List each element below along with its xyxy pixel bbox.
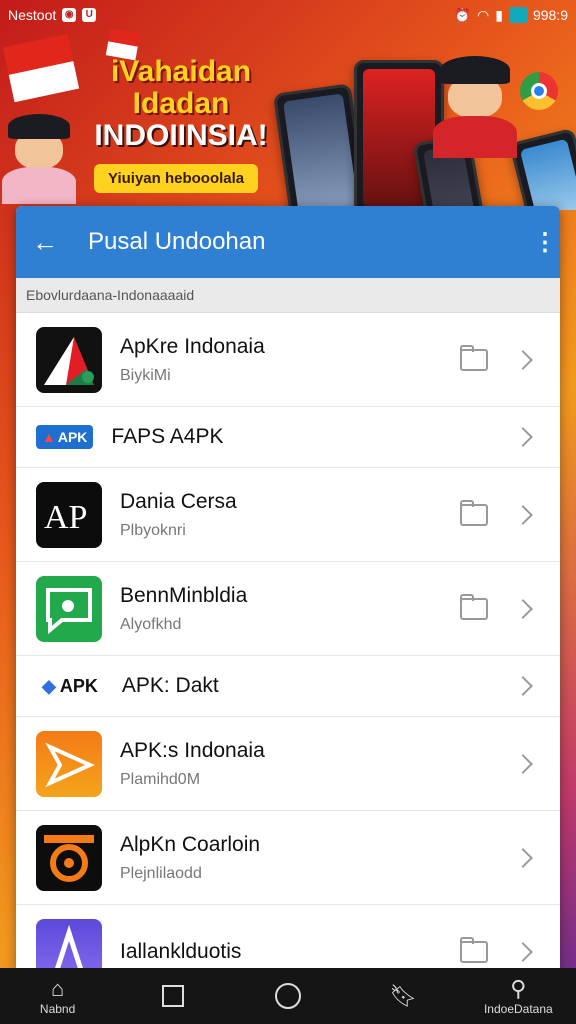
app-subtitle: Alyofkhd — [120, 615, 182, 633]
list-item[interactable]: AlpKn Coarloin Plejnlilaodd — [16, 811, 560, 905]
bottom-nav: ⌂ Nabnd 🔖︎ ⚲ IndoeDatana — [0, 968, 576, 1024]
nav-home-label: Nabnd — [39, 1002, 76, 1016]
app-name: APK: Dakt — [121, 674, 219, 697]
banner-cta[interactable]: Yiuiyan hebooolala — [94, 164, 259, 193]
list-item[interactable]: AP Dania Cersa Plbyoknri — [16, 468, 560, 562]
app-name: FAPS A4PK — [111, 425, 224, 448]
battery-icon — [508, 7, 527, 23]
chevron-right-icon — [513, 676, 533, 696]
app-name: ApKre Indonaia — [120, 334, 265, 358]
phone-illustration-4 — [508, 127, 576, 210]
app-bar: ← Pusal Undoohan ⋮ — [16, 206, 560, 278]
headline-line-3: INDOIINSIA! — [94, 119, 268, 152]
indonesia-flag-icon — [2, 33, 80, 103]
folder-icon[interactable] — [460, 936, 488, 963]
app-icon — [36, 730, 102, 797]
officer-illustration-right — [433, 56, 517, 158]
folder-icon[interactable] — [460, 499, 488, 526]
banner-headline: iVahaidan Idadan INDOIINSIA! — [86, 56, 276, 152]
list-item[interactable]: Iallanklduotis — [16, 905, 560, 970]
back-arrow-icon[interactable]: ← — [32, 227, 64, 258]
app-icon — [36, 824, 102, 891]
app-subtitle: Plbyoknri — [120, 521, 186, 539]
chrome-icon — [520, 72, 558, 110]
app-name: AlpKn Coarloin — [120, 832, 261, 856]
chevron-right-icon — [513, 753, 533, 774]
nav-bookmark[interactable]: 🔖︎ — [353, 983, 453, 1009]
bookmark-icon: 🔖︎ — [389, 983, 418, 1008]
nav-search-label: IndoeDatana — [483, 1002, 553, 1016]
officer-illustration-left — [1, 114, 77, 204]
headline-line-2: Idadan — [132, 87, 230, 120]
promo-banner[interactable]: iVahaidan Idadan INDOIINSIA! Yiuiyan heb… — [0, 30, 576, 210]
app-name: Dania Cersa — [120, 489, 237, 513]
app-subtitle: Plejnlilaodd — [120, 864, 202, 882]
search-icon: ⚲ — [510, 976, 527, 1001]
more-vert-icon[interactable]: ⋮ — [530, 228, 560, 257]
folder-icon[interactable] — [460, 344, 488, 371]
app-subtitle: Plamihd0M — [120, 770, 201, 788]
app-icon — [36, 918, 102, 970]
wifi-icon: ◠ — [477, 6, 490, 23]
status-bar: Nestoot ◉ U ⏰ ◠ ▮ 998:9 — [0, 0, 576, 30]
app-subtitle: BiykiMi — [120, 366, 171, 384]
alarm-icon: ⏰ — [453, 6, 472, 23]
square-icon — [161, 983, 184, 1009]
list-item[interactable]: ▲ APK FAPS A4PK — [16, 407, 560, 468]
nav-home-button[interactable] — [238, 983, 338, 1009]
app-name: Iallanklduotis — [120, 939, 242, 963]
circle-icon — [274, 983, 301, 1009]
notification-icon: ◉ — [62, 8, 77, 22]
headline-line-1: iVahaidan — [110, 55, 252, 88]
chevron-right-icon — [513, 847, 533, 868]
chevron-right-icon — [513, 349, 533, 370]
apk-badge-label: APK — [59, 675, 98, 696]
list-item[interactable]: ApKre Indonaia BiykiMi — [16, 313, 560, 407]
signal-icon: ▮ — [495, 6, 503, 23]
app-name: BennMinbldia — [120, 583, 248, 607]
apk-badge-label: APK — [57, 429, 88, 445]
section-header: Ebovlurdaana-Indonaaaaid — [16, 278, 560, 313]
download-center-panel: ← Pusal Undoohan ⋮ Ebovlurdaana-Indonaaa… — [16, 206, 560, 970]
nav-home[interactable]: ⌂ Nabnd — [8, 976, 108, 1016]
chevron-right-icon — [513, 427, 533, 447]
app-name: APK:s Indonaia — [120, 738, 265, 762]
apk-badge-icon: ▲ APK — [36, 425, 94, 449]
svg-text:AP: AP — [44, 499, 87, 536]
clock: 998:9 — [532, 7, 568, 23]
chevron-right-icon — [513, 941, 533, 962]
chevron-right-icon — [513, 504, 533, 525]
app-icon: AP — [36, 481, 102, 548]
app-notification-icon: U — [82, 8, 97, 22]
status-left-text: Nestoot — [8, 7, 57, 23]
home-icon: ⌂ — [50, 976, 65, 1001]
list-item[interactable]: ◆ APK APK: Dakt — [16, 656, 560, 717]
page-title: Pusal Undoohan — [88, 228, 266, 255]
list-item[interactable]: APK:s Indonaia Plamihd0M — [16, 717, 560, 811]
chevron-right-icon — [513, 598, 533, 619]
nav-search[interactable]: ⚲ IndoeDatana — [468, 976, 568, 1016]
apk-badge-icon: ◆ APK — [36, 674, 104, 698]
nav-recents[interactable] — [123, 983, 223, 1009]
folder-icon[interactable] — [460, 593, 488, 620]
app-icon — [36, 575, 102, 642]
app-icon — [36, 326, 102, 393]
list-item[interactable]: BennMinbldia Alyofkhd — [16, 562, 560, 656]
